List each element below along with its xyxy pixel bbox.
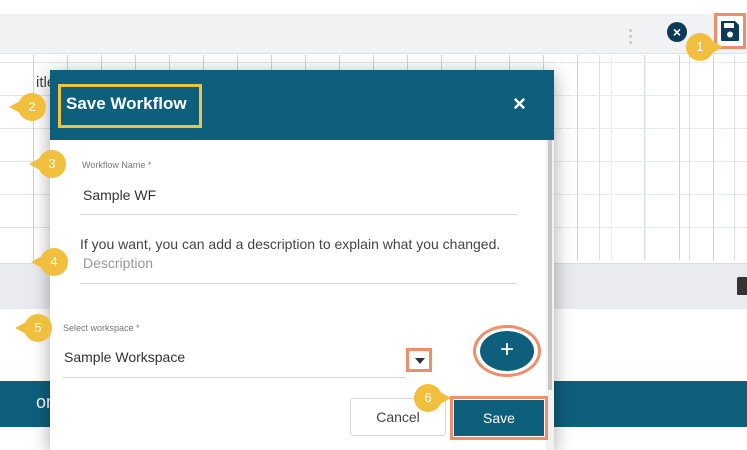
step-badge-6: 6 — [414, 384, 451, 412]
dialog-title: Save Workflow — [66, 94, 187, 113]
step-badge-4: 4 — [31, 248, 68, 276]
workspace-select[interactable]: Sample Workspace — [64, 349, 185, 365]
description-input[interactable]: Description — [83, 255, 153, 271]
dialog-save-button[interactable]: Save — [454, 400, 544, 436]
add-workspace-button[interactable]: + — [480, 331, 534, 371]
description-help-text: If you want, you can add a description t… — [80, 236, 501, 252]
canvas-grid-dashed — [555, 55, 747, 260]
chevron-down-icon — [415, 358, 425, 364]
trash-icon[interactable] — [737, 277, 747, 295]
workspace-underline — [63, 377, 406, 378]
workspace-label: Select workspace * — [63, 323, 140, 333]
step-badge-2: 2 — [9, 93, 46, 121]
save-workflow-dialog: Save Workflow × Workflow Name * Sample W… — [50, 70, 554, 450]
step-badge-5: 5 — [15, 314, 52, 342]
step-badge-3: 3 — [29, 150, 66, 178]
top-toolbar — [0, 14, 747, 54]
workflow-name-underline — [80, 214, 517, 215]
step-badge-1: 1 — [686, 33, 723, 61]
close-circle-icon[interactable]: × — [667, 22, 687, 42]
floppy-disk-icon — [721, 21, 739, 41]
scrollbar-thumb[interactable] — [548, 140, 552, 390]
description-underline — [80, 283, 517, 284]
close-icon[interactable]: × — [513, 92, 526, 116]
plus-icon: + — [499, 336, 514, 363]
kebab-menu-icon[interactable] — [627, 26, 633, 46]
workflow-name-label: Workflow Name * — [82, 160, 152, 170]
workflow-name-input[interactable]: Sample WF — [83, 187, 156, 203]
